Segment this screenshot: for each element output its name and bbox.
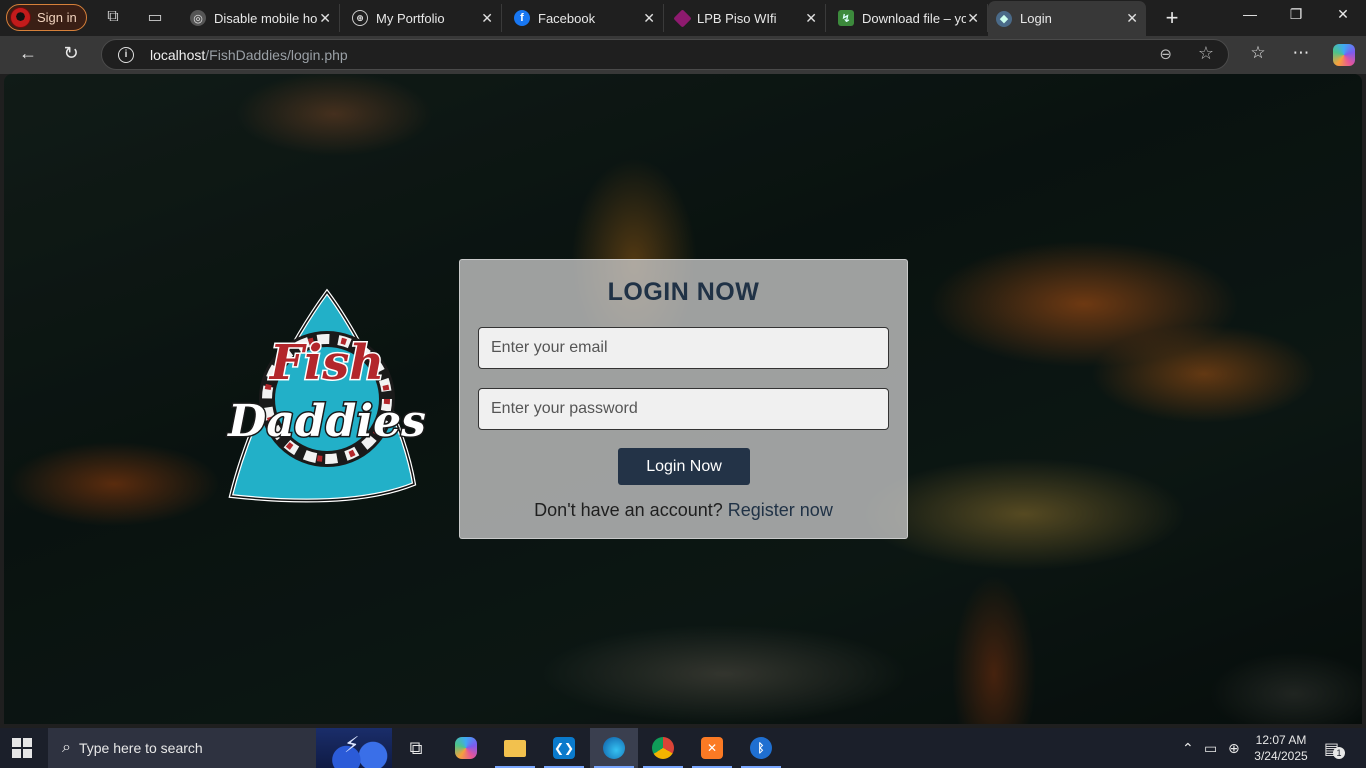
- back-icon[interactable]: ←: [15, 43, 41, 67]
- show-hidden-icons-icon[interactable]: ⌃: [1182, 740, 1194, 757]
- fish-icon: ◆: [996, 10, 1012, 27]
- tab-title: My Portfolio: [376, 10, 445, 26]
- globe-icon: ⊕: [352, 10, 368, 26]
- fishdaddies-logo: Fish Daddies: [225, 288, 427, 503]
- system-clock[interactable]: 12:07 AM 3/24/2025: [1248, 732, 1314, 764]
- edge-icon[interactable]: [590, 728, 638, 768]
- task-view-icon[interactable]: ⧉: [392, 728, 440, 768]
- site-info-icon[interactable]: i: [118, 47, 134, 63]
- page-viewport: Fish Daddies LOGIN NOW Login Now Don't h…: [4, 74, 1362, 724]
- profile-signin-button[interactable]: Sign in: [6, 4, 87, 31]
- logo-text-fish: Fish: [268, 335, 384, 391]
- refresh-icon[interactable]: ↻: [58, 43, 84, 67]
- browser-tab-strip: Sign in ⧉ ▭ ◎ Disable mobile hor ✕ ⊕ My …: [0, 0, 1366, 36]
- lpb-icon: [673, 8, 692, 28]
- tab-title: Login: [1020, 11, 1052, 26]
- zoom-icon[interactable]: ⊖: [1159, 45, 1172, 63]
- windows-taskbar: ⌕ Type here to search ⧉ ❮❯ ✕ ᛒ ⌃ ▭ ⊕ 12:…: [0, 728, 1366, 768]
- tab-actions-icon[interactable]: ▭: [144, 6, 166, 28]
- url-text[interactable]: localhost/FishDaddies/login.php: [150, 47, 348, 63]
- favorites-icon[interactable]: ☆: [1246, 43, 1270, 63]
- tab-facebook[interactable]: f Facebook ✕: [506, 4, 664, 32]
- email-input[interactable]: [478, 327, 889, 369]
- login-now-button[interactable]: Login Now: [618, 448, 750, 485]
- tab-download-file[interactable]: ↯ Download file – yo ✕: [830, 4, 988, 32]
- copilot-taskbar-icon[interactable]: [442, 728, 490, 768]
- close-tab-icon[interactable]: ✕: [643, 10, 655, 27]
- tab-title: Download file – yo: [862, 10, 966, 26]
- register-now-link[interactable]: Register now: [728, 500, 833, 520]
- chrome-icon[interactable]: [639, 728, 687, 768]
- tab-title: Disable mobile hor: [214, 10, 318, 26]
- profile-signin-label: Sign in: [37, 10, 77, 25]
- profile-avatar-icon: [10, 7, 31, 28]
- globe-gray-icon: ◎: [190, 10, 206, 26]
- download-icon: ↯: [838, 10, 854, 26]
- clock-time: 12:07 AM: [1255, 733, 1307, 747]
- vscode-icon[interactable]: ❮❯: [540, 728, 588, 768]
- address-bar[interactable]: i localhost/FishDaddies/login.php ⊖ ☆: [101, 39, 1229, 70]
- taskbar-search-box[interactable]: ⌕ Type here to search: [48, 728, 392, 768]
- xampp-icon[interactable]: ✕: [688, 728, 736, 768]
- browser-toolbar: ← ↻ i localhost/FishDaddies/login.php ⊖ …: [0, 36, 1366, 74]
- new-tab-icon[interactable]: +: [1160, 5, 1184, 31]
- workspaces-icon[interactable]: ⧉: [102, 6, 124, 28]
- close-tab-icon[interactable]: ✕: [1126, 10, 1138, 27]
- tab-my-portfolio[interactable]: ⊕ My Portfolio ✕: [344, 4, 502, 32]
- notification-badge: 1: [1333, 747, 1345, 759]
- notification-center-icon[interactable]: ▤ 1: [1324, 739, 1345, 759]
- register-prompt-line: Don't have an account? Register now: [460, 500, 907, 521]
- login-title: LOGIN NOW: [607, 278, 760, 306]
- search-placeholder: Type here to search: [78, 740, 203, 756]
- close-tab-icon[interactable]: ✕: [319, 10, 331, 27]
- copilot-icon[interactable]: [1333, 44, 1355, 66]
- minimize-icon[interactable]: —: [1240, 6, 1260, 22]
- tab-login[interactable]: ◆ Login ✕: [988, 1, 1146, 36]
- network-globe-icon[interactable]: ⊕: [1228, 740, 1240, 757]
- login-form-card: LOGIN NOW Login Now Don't have an accoun…: [459, 259, 908, 539]
- battery-icon[interactable]: ▭: [1204, 740, 1217, 757]
- search-highlight-image: [316, 728, 392, 768]
- restore-icon[interactable]: ❐: [1286, 6, 1306, 23]
- url-path: /FishDaddies/login.php: [205, 47, 348, 63]
- close-window-icon[interactable]: ✕: [1333, 6, 1353, 23]
- facebook-icon: f: [514, 10, 530, 26]
- favorite-star-icon[interactable]: ☆: [1198, 43, 1214, 64]
- search-icon: ⌕: [62, 739, 71, 756]
- close-tab-icon[interactable]: ✕: [481, 10, 493, 27]
- windows-start-icon[interactable]: [12, 738, 32, 758]
- register-prompt-text: Don't have an account?: [534, 500, 723, 520]
- tab-lpb-piso-wifi[interactable]: LPB Piso WIfi ✕: [668, 4, 826, 32]
- tab-title: LPB Piso WIfi: [697, 10, 777, 26]
- tab-disable-mobile[interactable]: ◎ Disable mobile hor ✕: [182, 4, 340, 32]
- more-menu-icon[interactable]: ⋯: [1289, 43, 1313, 63]
- close-tab-icon[interactable]: ✕: [805, 10, 817, 27]
- url-host: localhost: [150, 47, 206, 63]
- password-input[interactable]: [478, 388, 889, 430]
- close-tab-icon[interactable]: ✕: [967, 10, 979, 27]
- file-explorer-icon[interactable]: [491, 728, 539, 768]
- tab-title: Facebook: [538, 10, 596, 26]
- clock-date: 3/24/2025: [1254, 749, 1308, 763]
- logo-text-daddies: Daddies: [226, 396, 426, 447]
- bluetooth-icon[interactable]: ᛒ: [737, 728, 785, 768]
